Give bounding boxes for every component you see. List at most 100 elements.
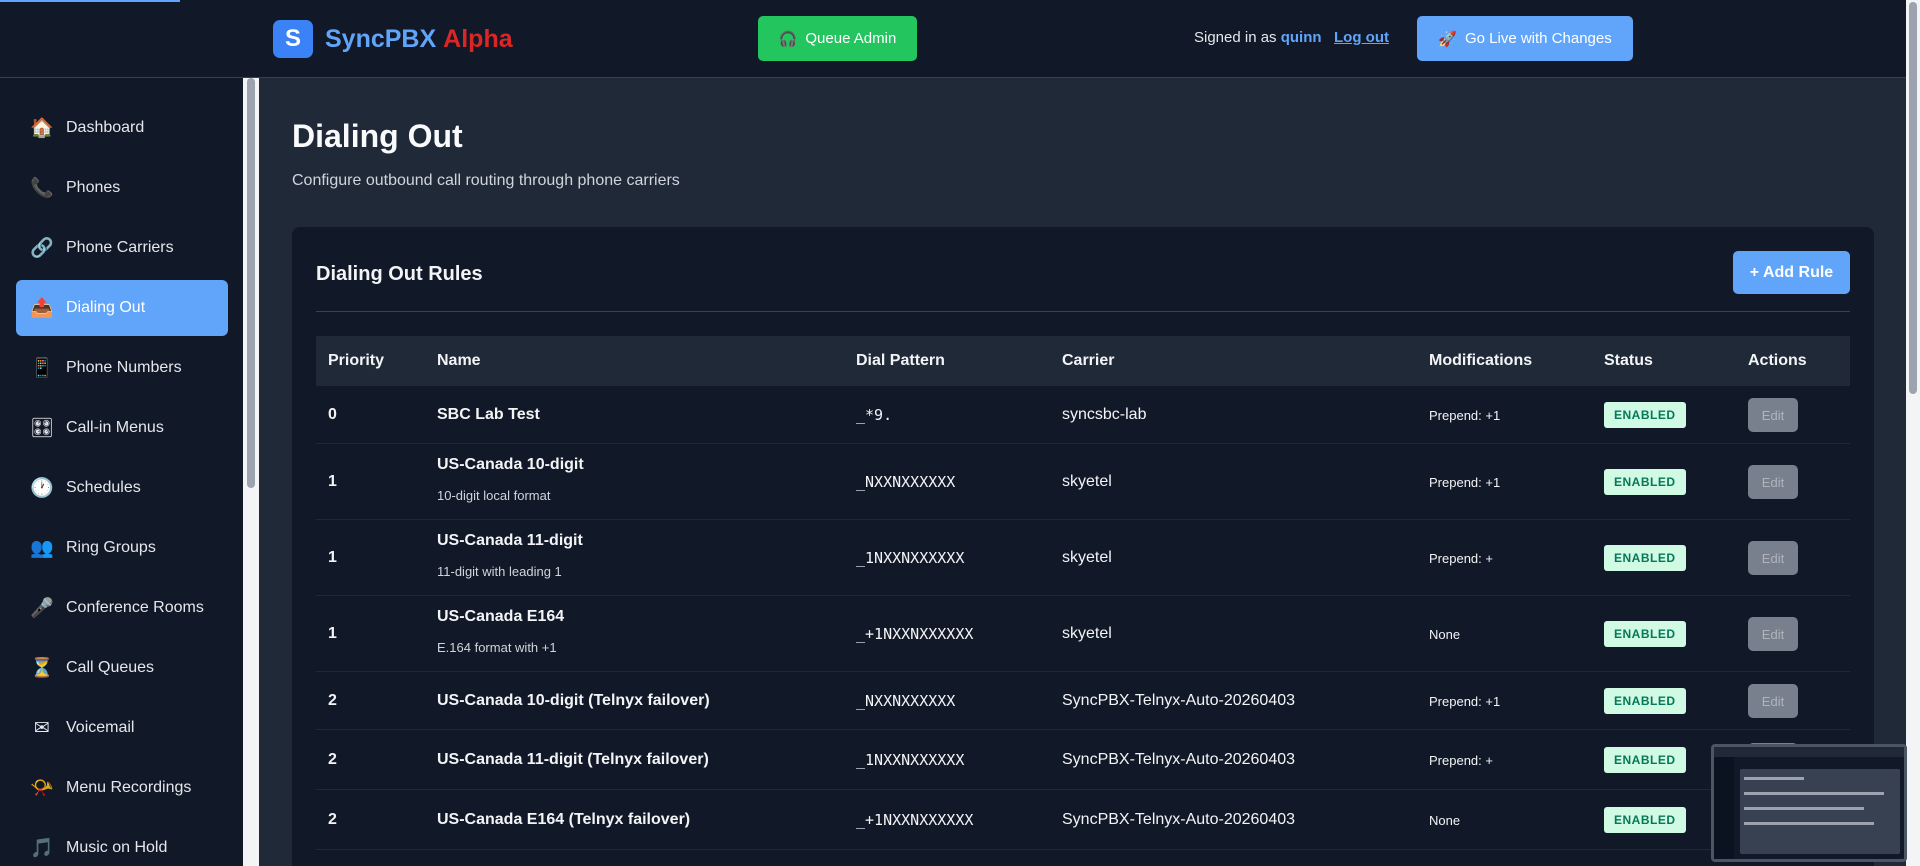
- sidebar-item-dialing-out[interactable]: 📤 Dialing Out: [16, 280, 228, 336]
- column-header-priority: Priority: [328, 352, 385, 369]
- logout-link[interactable]: Log out: [1334, 29, 1389, 46]
- carrier-cell: skyetel: [1062, 625, 1112, 642]
- page-subtitle: Configure outbound call routing through …: [292, 172, 680, 189]
- table-row[interactable]: 0 SBC Lab Test _*9. syncsbc-lab Prepend: +1 E…: [316, 386, 1850, 444]
- rule-name: US-Canada 10-digit (Telnyx failover): [437, 692, 710, 709]
- status-badge: ENABLED: [1604, 747, 1686, 773]
- priority-cell: 2: [328, 751, 337, 768]
- priority-cell: 2: [328, 811, 337, 828]
- microphone-icon: 🎤: [30, 598, 54, 619]
- table-row[interactable]: 1 US-Canada E164 E.164 format with +1 _+1NX…: [316, 596, 1850, 672]
- rule-description: 11-digit with leading 1: [437, 564, 562, 579]
- rule-name: SBC Lab Test: [437, 406, 540, 423]
- dial-pattern-cell: _1NXXNXXXXXX: [856, 549, 965, 567]
- edit-button[interactable]: Edit: [1748, 541, 1798, 575]
- dial-pattern-cell: _+1NXXNXXXXXX: [856, 625, 974, 643]
- modifications-cell: Prepend: +1: [1429, 475, 1501, 490]
- table-row[interactable]: 2 US-Canada 10-digit (Telnyx failover) _NX…: [316, 672, 1850, 730]
- edit-button[interactable]: Edit: [1748, 617, 1798, 651]
- status-badge: ENABLED: [1604, 402, 1686, 428]
- add-rule-button[interactable]: + Add Rule: [1733, 251, 1850, 294]
- sidebar-item-conference-rooms[interactable]: 🎤 Conference Rooms: [16, 580, 228, 636]
- sidebar-item-label: Menu Recordings: [66, 779, 192, 796]
- outbox-icon: 📤: [30, 298, 54, 319]
- carrier-cell: syncsbc-lab: [1062, 406, 1147, 423]
- mobile-icon: 📱: [30, 358, 54, 379]
- column-header-dial-pattern: Dial Pattern: [856, 352, 945, 369]
- sidebar-item-phone-numbers[interactable]: 📱 Phone Numbers: [16, 340, 228, 396]
- control-knobs-icon: 🎛: [30, 418, 55, 439]
- status-badge: ENABLED: [1604, 621, 1686, 647]
- table-header: Priority Name Dial Pattern Carrier Modif…: [316, 336, 1850, 386]
- dialing-out-rules-card: Dialing Out Rules + Add Rule Priority Na…: [292, 227, 1874, 866]
- sidebar-scrollbar-thumb[interactable]: [247, 78, 255, 488]
- go-live-label: Go Live with Changes: [1464, 30, 1612, 47]
- sidebar-item-label: Conference Rooms: [66, 599, 204, 616]
- sidebar-item-music-on-hold[interactable]: 🎵 Music on Hold: [16, 820, 228, 866]
- dial-pattern-cell: _*9.: [856, 406, 893, 424]
- queue-admin-label: Queue Admin: [805, 30, 897, 47]
- status-badge: ENABLED: [1604, 688, 1686, 714]
- envelope-icon: ✉: [34, 717, 50, 739]
- sidebar-item-label: Call Queues: [66, 659, 155, 676]
- edit-button[interactable]: Edit: [1748, 684, 1798, 718]
- signed-in-text: Signed in as quinn: [1194, 29, 1322, 46]
- sidebar-item-dashboard[interactable]: 🏠 Dashboard: [16, 100, 228, 156]
- table-row[interactable]: 1 US-Canada 10-digit 10-digit local format…: [316, 444, 1850, 520]
- table-row[interactable]: 2 US-Canada E164 (Telnyx failover) _+1NXXN…: [316, 790, 1850, 850]
- signed-in-prefix: Signed in as: [1194, 29, 1277, 46]
- sidebar-item-phones[interactable]: 📞 Phones: [16, 160, 228, 216]
- brand-name: SyncPBX: [325, 24, 437, 53]
- link-icon: 🔗: [30, 238, 54, 259]
- table-row[interactable]: 1 US-Canada 11-digit 11-digit with leading…: [316, 520, 1850, 596]
- modifications-cell: None: [1429, 813, 1461, 828]
- sidebar-item-schedules[interactable]: 🕐 Schedules: [16, 460, 228, 516]
- house-icon: 🏠: [30, 118, 54, 139]
- priority-cell: 1: [328, 625, 337, 642]
- page-scrollbar-thumb[interactable]: [1909, 2, 1917, 394]
- queue-admin-button[interactable]: 🎧 Queue Admin: [758, 16, 917, 61]
- brand-tag: Alpha: [443, 24, 513, 53]
- column-header-carrier: Carrier: [1062, 352, 1115, 369]
- edit-button[interactable]: Edit: [1748, 465, 1798, 499]
- sidebar-item-label: Music on Hold: [66, 839, 168, 856]
- screen-preview-thumbnail[interactable]: [1711, 744, 1907, 862]
- rule-description: E.164 format with +1: [437, 640, 557, 655]
- rule-name: US-Canada 11-digit (Telnyx failover): [437, 751, 709, 768]
- sidebar-item-phone-carriers[interactable]: 🔗 Phone Carriers: [16, 220, 228, 276]
- rule-name: US-Canada E164: [437, 608, 565, 625]
- sidebar-item-label: Dialing Out: [66, 299, 146, 316]
- carrier-cell: skyetel: [1062, 549, 1112, 566]
- hourglass-icon: ⏳: [30, 658, 54, 679]
- sidebar-item-label: Phones: [66, 179, 121, 196]
- brand[interactable]: S SyncPBX Alpha: [273, 20, 513, 58]
- modifications-cell: Prepend: +1: [1429, 694, 1501, 709]
- rule-name: US-Canada E164 (Telnyx failover): [437, 811, 691, 828]
- username: quinn: [1280, 29, 1322, 46]
- status-badge: ENABLED: [1604, 807, 1686, 833]
- modifications-cell: Prepend: +: [1429, 753, 1493, 768]
- sidebar-item-menu-recordings[interactable]: 📯 Menu Recordings: [16, 760, 228, 816]
- edit-button[interactable]: Edit: [1748, 398, 1798, 432]
- brand-logo-icon: S: [273, 20, 313, 58]
- sidebar-item-label: Dashboard: [66, 119, 145, 136]
- loading-progress-strip: [0, 0, 180, 2]
- carrier-cell: SyncPBX-Telnyx-Auto-20260403: [1062, 692, 1296, 709]
- table-row[interactable]: 2 US-Canada 11-digit (Telnyx failover) _1N…: [316, 730, 1850, 790]
- megaphone-icon: 📯: [30, 778, 54, 799]
- rule-name: US-Canada 11-digit: [437, 532, 583, 549]
- priority-cell: 2: [328, 692, 337, 709]
- modifications-cell: Prepend: +1: [1429, 408, 1501, 423]
- column-header-modifications: Modifications: [1429, 352, 1533, 369]
- sidebar-item-label: Voicemail: [66, 719, 135, 736]
- priority-cell: 1: [328, 473, 337, 490]
- sidebar-item-voicemail[interactable]: ✉ Voicemail: [16, 700, 228, 756]
- sidebar-item-ring-groups[interactable]: 👥 Ring Groups: [16, 520, 228, 576]
- go-live-button[interactable]: 🚀 Go Live with Changes: [1417, 16, 1633, 61]
- top-header: S SyncPBX Alpha 🎧 Queue Admin Signed in …: [0, 0, 1906, 78]
- divider: [316, 311, 1850, 312]
- modifications-cell: Prepend: +: [1429, 551, 1493, 566]
- status-badge: ENABLED: [1604, 545, 1686, 571]
- sidebar-item-call-queues[interactable]: ⏳ Call Queues: [16, 640, 228, 696]
- sidebar-item-call-in-menus[interactable]: 🎛 Call-in Menus: [16, 400, 228, 456]
